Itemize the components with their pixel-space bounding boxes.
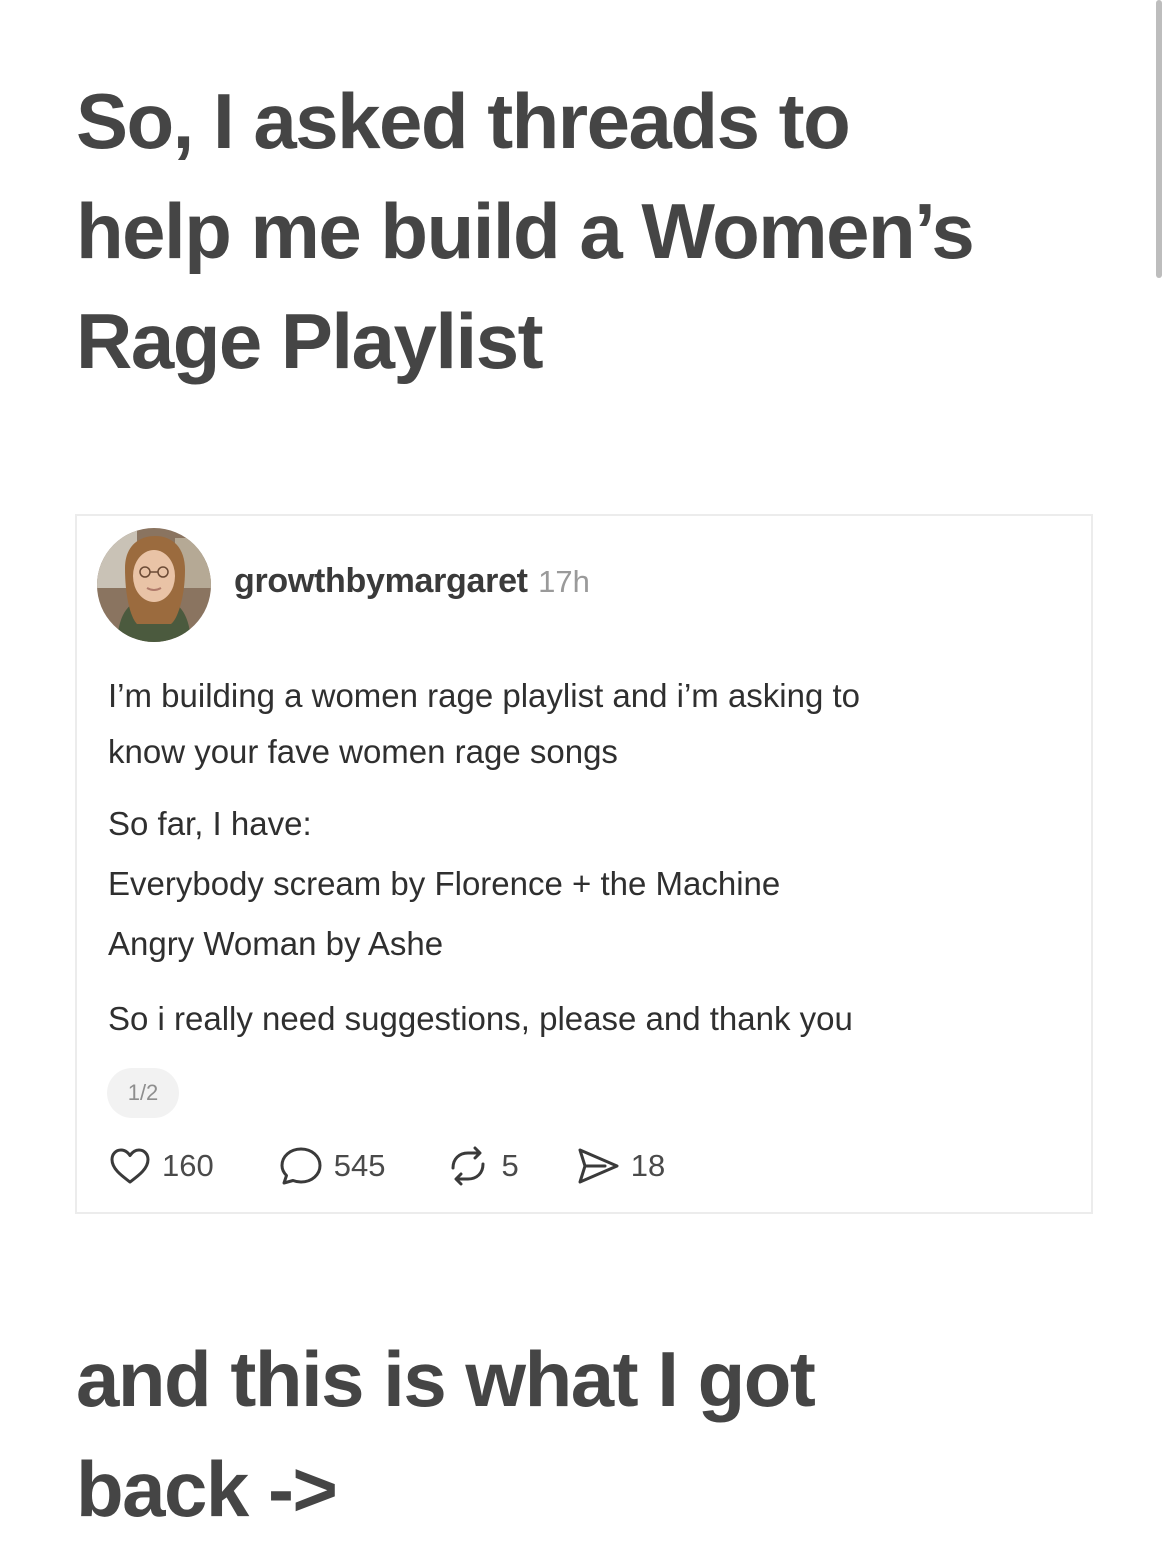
comment-bubble-icon [280,1147,322,1185]
username[interactable]: growthbymargaret [234,562,528,600]
song-item: Angry Woman by Ashe [108,925,444,962]
repost-count: 5 [501,1148,519,1183]
post-closing: So i really need suggestions, please and… [108,1000,853,1037]
share-button[interactable]: 18 [575,1145,665,1187]
repost-icon [451,1146,485,1186]
song-item: Everybody scream by Florence + the Machi… [108,865,781,902]
post-intro-line-2: know your fave women rage songs [108,733,618,770]
headline-bottom: and this is what I got back -> [76,1324,1076,1544]
reply-button[interactable]: 545 [278,1145,386,1187]
repost-button[interactable]: 5 [445,1146,519,1186]
post-body: I’m building a women rage playlist and i… [108,668,1068,1048]
headline-bottom-line-2: back -> [76,1445,338,1533]
avatar[interactable] [97,528,211,642]
avatar-photo [97,528,211,642]
page-indicator[interactable]: 1/2 [107,1068,179,1118]
post-timestamp: 17h [538,564,590,599]
paper-plane-icon [578,1148,619,1184]
headline-top-line-1: So, I asked threads to [76,77,851,165]
scrollbar[interactable] [1156,0,1162,278]
like-button[interactable]: 160 [108,1146,214,1186]
post-intro-line-1: I’m building a women rage playlist and i… [108,677,861,714]
headline-top: So, I asked threads to help me build a W… [76,66,1076,396]
post-so-far: So far, I have: [108,805,312,842]
heart-icon [110,1148,150,1184]
post-header: growthbymargaret 17h [234,562,590,601]
threads-post-card: growthbymargaret 17h I’m building a wome… [75,514,1093,1214]
headline-top-line-3: Rage Playlist [76,297,544,385]
action-bar: 160 545 5 18 [108,1144,665,1188]
post-intro: I’m building a women rage playlist and i… [108,668,1068,780]
headline-bottom-line-1: and this is what I got [76,1335,816,1423]
reply-count: 545 [333,1148,386,1183]
like-count: 160 [162,1148,214,1183]
headline-top-line-2: help me build a Women’s [76,187,975,275]
share-count: 18 [630,1148,666,1183]
